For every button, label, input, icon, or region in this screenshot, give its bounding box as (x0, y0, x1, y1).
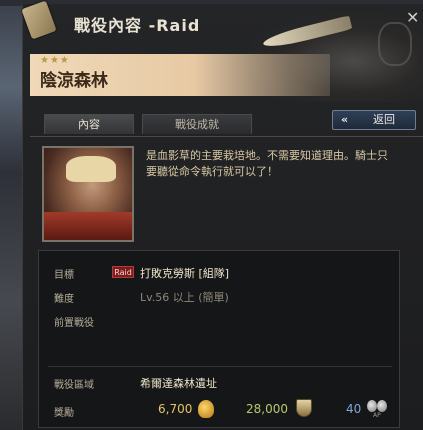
portrait-body (44, 212, 132, 240)
info-divider (48, 366, 392, 367)
campaign-description: 是血影草的主要栽培地。不需要知道理由。騎士只要聽從命令執行就可以了！ (146, 149, 388, 178)
area-value: 希爾達森林遺址 (140, 377, 217, 390)
gold-pouch-icon (198, 400, 214, 418)
raid-badge: Raid (112, 266, 134, 278)
double-chevron-left-icon: « (341, 113, 349, 126)
portrait-hair (66, 156, 116, 182)
difficulty-stars-icon: ★★★ (40, 55, 70, 66)
objective-value: 打敗克勞斯 [組隊] (140, 267, 230, 280)
back-button-label: 返回 (373, 113, 395, 126)
chain-decoration (378, 22, 412, 66)
tab-achievements[interactable]: 戰役成就 (142, 114, 252, 134)
reward-ap: 40 (346, 402, 362, 416)
reward-gold: 6,700 (158, 402, 193, 416)
location-name: 陰涼森林 (40, 71, 108, 91)
ap-icon: AP (366, 398, 388, 420)
back-button[interactable]: « 返回 (332, 110, 416, 130)
difficulty-value: Lv.56 以上 (簡單) (140, 291, 229, 304)
ap-coin-left (367, 400, 377, 412)
npc-portrait (42, 146, 134, 242)
prerequisite-label: 前置戰役 (54, 318, 94, 329)
tab-content[interactable]: 內容 (44, 114, 134, 134)
ap-coin-right (377, 400, 387, 412)
window-title: 戰役內容 -Raid (74, 16, 201, 35)
objective-label: 目標 (54, 270, 74, 281)
area-label: 戰役區域 (54, 380, 94, 391)
ap-icon-label: AP (373, 412, 381, 419)
reward-label: 獎勵 (54, 408, 74, 419)
exp-shield-icon (296, 399, 312, 417)
reward-exp: 28,000 (246, 402, 288, 416)
difficulty-label: 難度 (54, 294, 74, 305)
